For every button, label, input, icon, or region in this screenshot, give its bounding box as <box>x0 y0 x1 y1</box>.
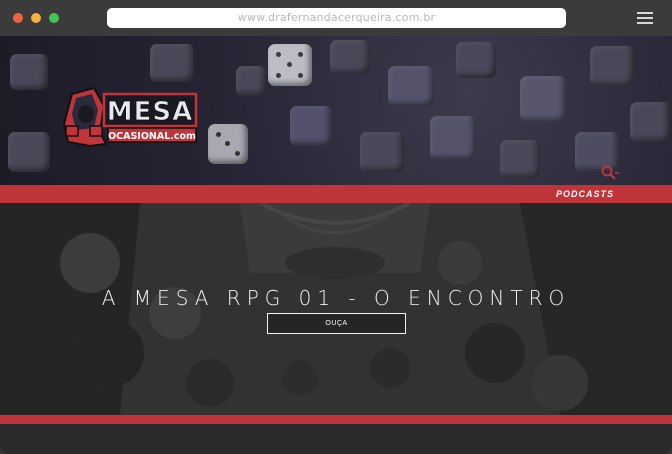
dice-decoration <box>430 116 476 160</box>
dice-decoration <box>8 132 50 172</box>
dice-decoration <box>388 66 434 106</box>
dice-decoration <box>150 44 194 82</box>
dice-decoration <box>10 54 48 90</box>
hero-banner: A MESA RPG 01 - O ENCONTRO OUÇA <box>0 203 672 415</box>
dice-decoration <box>630 102 670 142</box>
episode-title: A MESA RPG 01 - O ENCONTRO <box>101 286 571 310</box>
dice-decoration <box>290 106 332 146</box>
dice-decoration <box>268 44 312 86</box>
dice-decoration <box>500 140 540 178</box>
maximize-window-button[interactable] <box>49 13 59 23</box>
dice-decoration <box>208 124 248 164</box>
dice-decoration <box>236 66 266 96</box>
nav-item-podcasts[interactable]: PODCASTS <box>556 185 614 203</box>
logo-main-text: MESA <box>107 97 193 127</box>
close-window-button[interactable] <box>13 13 23 23</box>
content-area <box>0 424 672 454</box>
browser-window: www.drafernandacerqueira.com.br MESA OCA… <box>0 0 672 454</box>
dice-decoration <box>360 132 404 172</box>
site-header: MESA OCASIONAL.com <box>0 36 672 185</box>
address-bar[interactable]: www.drafernandacerqueira.com.br <box>107 8 566 28</box>
dice-decoration <box>330 40 370 74</box>
dice-decoration <box>590 46 634 86</box>
search-icon[interactable] <box>600 165 620 181</box>
minimize-window-button[interactable] <box>31 13 41 23</box>
dice-decoration <box>520 76 566 122</box>
hamburger-menu-icon[interactable] <box>637 11 653 25</box>
logo-sub-text: OCASIONAL.com <box>108 131 196 142</box>
dice-decoration <box>456 42 496 78</box>
browser-titlebar: www.drafernandacerqueira.com.br <box>0 0 672 36</box>
main-navigation: PODCASTS <box>0 185 672 203</box>
site-logo[interactable]: MESA OCASIONAL.com <box>60 84 200 184</box>
section-divider <box>0 415 672 424</box>
listen-button[interactable]: OUÇA <box>267 313 406 334</box>
